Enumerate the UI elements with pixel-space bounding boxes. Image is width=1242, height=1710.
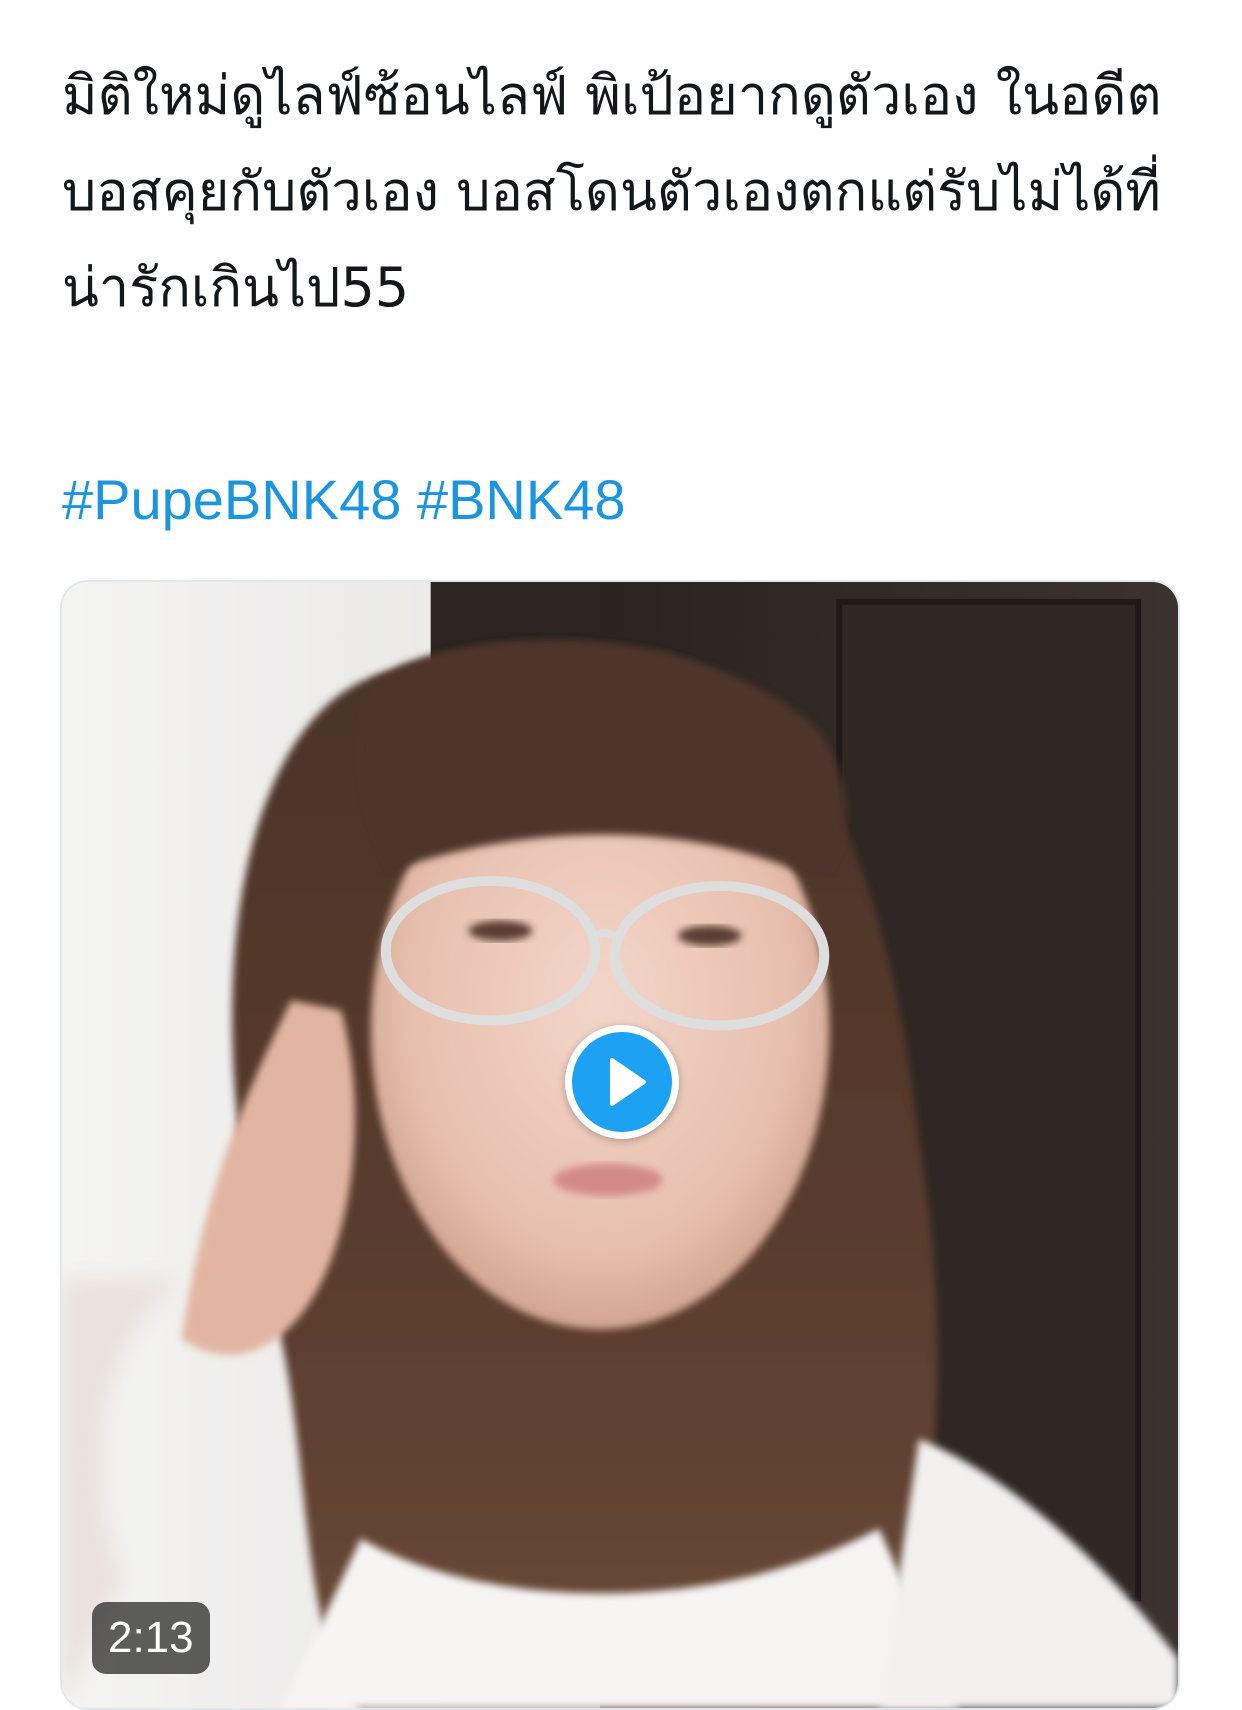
tweet: มิติใหม่ดูไลฟ์ซ้อนไลฟ์ พิเป้อยากดูตัวเอง… [0,0,1242,1710]
video-thumbnail [62,582,1178,1708]
play-icon [572,1032,672,1132]
hashtag-pupebnk48[interactable]: #PupeBNK48 [62,468,401,531]
video-player[interactable]: 2:13 [60,580,1180,1710]
play-button[interactable] [565,1025,679,1139]
tweet-text: มิติใหม่ดูไลฟ์ซ้อนไลฟ์ พิเป้อยากดูตัวเอง… [62,64,1162,319]
hashtag-bnk48[interactable]: #BNK48 [417,468,626,531]
hashtag-row: #PupeBNK48 #BNK48 [62,460,626,540]
video-duration-badge: 2:13 [92,1602,210,1674]
